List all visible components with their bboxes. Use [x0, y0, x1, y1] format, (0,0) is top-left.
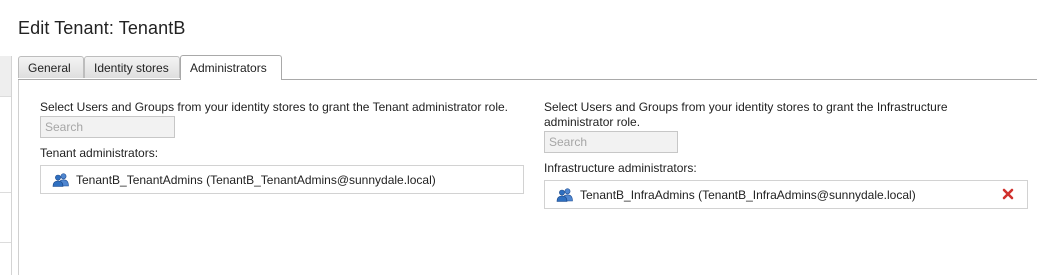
list-item[interactable]: TenantB_InfraAdmins (TenantB_InfraAdmins… — [545, 182, 1027, 208]
left-rail-segment — [0, 242, 11, 276]
infra-admins-list: TenantB_InfraAdmins (TenantB_InfraAdmins… — [544, 180, 1028, 209]
remove-icon[interactable] — [1002, 188, 1014, 200]
infra-admins-search-input[interactable] — [544, 131, 678, 153]
infra-admins-instruction-line1: Select Users and Groups from your identi… — [544, 100, 948, 114]
tenant-admins-list-label: Tenant administrators: — [40, 146, 159, 160]
tab-general[interactable]: General — [18, 56, 84, 78]
tenant-admins-search-input[interactable] — [40, 116, 175, 138]
list-item-text: TenantB_InfraAdmins (TenantB_InfraAdmins… — [580, 188, 916, 202]
administrators-panel: Select Users and Groups from your identi… — [18, 80, 1037, 275]
user-group-icon — [52, 173, 69, 187]
infra-admins-list-label: Infrastructure administrators: — [544, 161, 697, 175]
tab-divider-line — [18, 79, 1037, 80]
tenant-admins-instruction: Select Users and Groups from your identi… — [40, 100, 508, 114]
left-navigation-rail — [0, 56, 12, 275]
infra-admins-instruction-line2: administrator role. — [544, 115, 641, 129]
list-item-text: TenantB_TenantAdmins (TenantB_TenantAdmi… — [76, 173, 436, 187]
tenant-admins-list: TenantB_TenantAdmins (TenantB_TenantAdmi… — [40, 165, 524, 194]
tab-administrators[interactable]: Administrators — [180, 55, 282, 80]
left-rail-segment — [0, 192, 11, 243]
tab-identity-stores[interactable]: Identity stores — [84, 56, 180, 78]
list-item[interactable]: TenantB_TenantAdmins (TenantB_TenantAdmi… — [41, 167, 523, 193]
page-title: Edit Tenant: TenantB — [18, 18, 186, 38]
left-rail-segment — [0, 56, 11, 96]
tab-strip: General Identity stores Administrators — [18, 55, 1037, 80]
left-rail-segment — [0, 96, 11, 193]
user-group-icon — [556, 188, 573, 202]
